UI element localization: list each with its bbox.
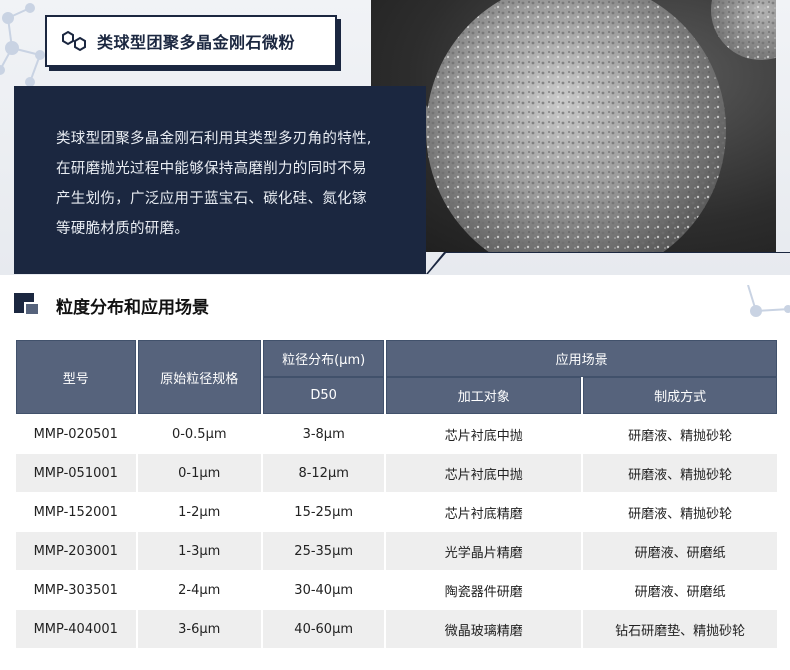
cell-method: 研磨液、研磨纸 xyxy=(583,570,777,609)
cell-raw: 2-4μm xyxy=(137,570,261,609)
cell-d50: 25-35μm xyxy=(262,531,385,570)
cell-d50: 8-12μm xyxy=(262,453,385,492)
hexagon-molecule-icon xyxy=(62,30,86,52)
table-row: MMP-020501 0-0.5μm 3-8μm 芯片衬底中抛 研磨液、精抛砂轮 xyxy=(16,414,777,453)
cell-d50: 3-8μm xyxy=(262,414,385,453)
table-row: MMP-404001 3-6μm 40-60μm 微晶玻璃精磨 钻石研磨垫、精抛… xyxy=(16,609,777,648)
cell-method: 研磨液、精抛砂轮 xyxy=(583,414,777,453)
cell-model: MMP-203001 xyxy=(16,531,136,570)
header-model: 型号 xyxy=(16,340,136,414)
cell-target: 芯片衬底精磨 xyxy=(386,492,582,531)
cell-method: 研磨液、精抛砂轮 xyxy=(583,492,777,531)
accent-slant xyxy=(426,252,790,274)
product-title-box: 类球型团聚多晶金刚石微粉 xyxy=(45,15,337,67)
cell-raw: 1-2μm xyxy=(137,492,261,531)
description-line: 等硬脆材质的研磨。 xyxy=(56,221,190,237)
section-heading: 粒度分布和应用场景 xyxy=(14,291,209,319)
header-application: 应用场景 xyxy=(386,340,777,377)
cell-model: MMP-020501 xyxy=(16,414,136,453)
cell-model: MMP-404001 xyxy=(16,609,136,648)
cell-d50: 15-25μm xyxy=(262,492,385,531)
header-target: 加工对象 xyxy=(386,377,582,414)
sphere-image xyxy=(393,0,776,252)
cell-model: MMP-051001 xyxy=(16,453,136,492)
product-hero: 类球型团聚多晶金刚石微粉 类球型团聚多晶金刚石利用其类型多刃角的特性, 在研磨抛… xyxy=(0,0,790,275)
description-line: 在研磨抛光过程中能够保持高磨削力的同时不易 xyxy=(56,161,367,177)
section-title: 粒度分布和应用场景 xyxy=(56,297,209,318)
cell-method: 钻石研磨垫、精抛砂轮 xyxy=(583,609,777,648)
product-title: 类球型团聚多晶金刚石微粉 xyxy=(97,33,296,52)
cell-raw: 3-6μm xyxy=(137,609,261,648)
description-line: 类球型团聚多晶金刚石利用其类型多刃角的特性, xyxy=(56,131,372,147)
cell-target: 陶瓷器件研磨 xyxy=(386,570,582,609)
table-row: MMP-152001 1-2μm 15-25μm 芯片衬底精磨 研磨液、精抛砂轮 xyxy=(16,492,777,531)
table-row: MMP-051001 0-1μm 8-12μm 芯片衬底中抛 研磨液、精抛砂轮 xyxy=(16,453,777,492)
cell-d50: 30-40μm xyxy=(262,570,385,609)
particle-size-table: 型号 原始粒径规格 粒径分布(μm) 应用场景 D50 加工对象 制成方式 MM… xyxy=(14,340,779,648)
description-line: 产生划伤，广泛应用于蓝宝石、碳化硅、氮化镓 xyxy=(56,191,367,207)
cell-target: 芯片衬底中抛 xyxy=(386,414,582,453)
header-psd: 粒径分布(μm) xyxy=(262,340,385,377)
cell-target: 芯片衬底中抛 xyxy=(386,453,582,492)
sem-photo xyxy=(371,0,776,252)
header-raw-size: 原始粒径规格 xyxy=(137,340,261,414)
cell-model: MMP-152001 xyxy=(16,492,136,531)
cell-raw: 1-3μm xyxy=(137,531,261,570)
table-row: MMP-203001 1-3μm 25-35μm 光学晶片精磨 研磨液、研磨纸 xyxy=(16,531,777,570)
cell-raw: 0-1μm xyxy=(137,453,261,492)
description-panel: 类球型团聚多晶金刚石利用其类型多刃角的特性, 在研磨抛光过程中能够保持高磨削力的… xyxy=(14,86,426,274)
cell-method: 研磨液、研磨纸 xyxy=(583,531,777,570)
stacked-squares-icon xyxy=(14,293,42,317)
molecule-decoration-right-icon xyxy=(747,285,790,317)
cell-d50: 40-60μm xyxy=(262,609,385,648)
cell-raw: 0-0.5μm xyxy=(137,414,261,453)
cell-model: MMP-303501 xyxy=(16,570,136,609)
cell-target: 微晶玻璃精磨 xyxy=(386,609,582,648)
header-d50: D50 xyxy=(262,377,385,414)
header-method: 制成方式 xyxy=(583,377,777,414)
table-row: MMP-303501 2-4μm 30-40μm 陶瓷器件研磨 研磨液、研磨纸 xyxy=(16,570,777,609)
cell-target: 光学晶片精磨 xyxy=(386,531,582,570)
cell-method: 研磨液、精抛砂轮 xyxy=(583,453,777,492)
